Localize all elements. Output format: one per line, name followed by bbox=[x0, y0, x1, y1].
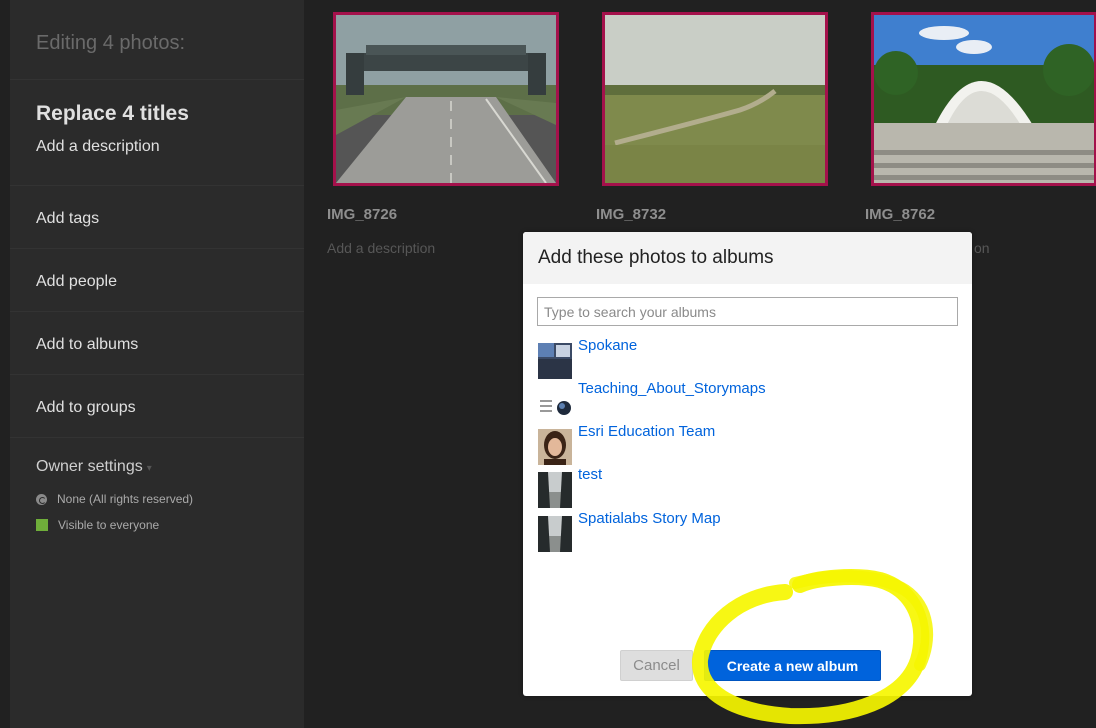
license-label: None (All rights reserved) bbox=[57, 492, 194, 506]
album-name: Teaching_About_Storymaps bbox=[578, 380, 766, 397]
album-thumbnail bbox=[538, 429, 572, 465]
photo-thumbnail-2[interactable] bbox=[602, 12, 828, 186]
visibility-icon bbox=[36, 519, 48, 531]
titles-section: Replace 4 titles Add a description bbox=[10, 80, 304, 186]
photo-description-1[interactable]: Add a description bbox=[327, 240, 435, 256]
add-tags-item[interactable]: Add tags bbox=[10, 186, 304, 249]
visibility-option[interactable]: Visible to everyone bbox=[36, 518, 304, 532]
license-option[interactable]: None (All rights reserved) bbox=[36, 492, 304, 506]
photo-thumbnail-1[interactable] bbox=[333, 12, 559, 186]
album-name: Spatialabs Story Map bbox=[578, 510, 721, 527]
album-item-esri-education[interactable]: Esri Education Team bbox=[538, 423, 715, 465]
album-name: test bbox=[578, 466, 603, 483]
dialog-title: Add these photos to albums bbox=[523, 232, 972, 284]
album-item-spokane[interactable]: Spokane bbox=[538, 337, 637, 379]
photo-thumbnail-3[interactable] bbox=[871, 12, 1096, 186]
copyright-icon bbox=[36, 493, 47, 505]
album-thumbnail bbox=[538, 472, 572, 508]
owner-settings-section: Owner settings ▾ None (All rights reserve… bbox=[10, 438, 304, 532]
album-item-teaching-storymaps[interactable]: Teaching_About_Storymaps bbox=[538, 380, 766, 422]
add-people-item[interactable]: Add people bbox=[10, 249, 304, 312]
add-to-groups-item[interactable]: Add to groups bbox=[10, 375, 304, 438]
edit-sidebar: Editing 4 photos: Replace 4 titles Add a… bbox=[10, 0, 304, 728]
album-name: Spokane bbox=[578, 337, 638, 354]
bandshell-photo bbox=[874, 15, 1094, 183]
album-thumbnail bbox=[538, 516, 572, 552]
album-item-spatialabs[interactable]: Spatialabs Story Map bbox=[538, 510, 721, 552]
sidebar-header: Editing 4 photos: bbox=[10, 0, 304, 80]
album-search-input[interactable] bbox=[537, 297, 958, 326]
album-thumbnail bbox=[538, 386, 572, 422]
create-new-album-button[interactable]: Create a new album bbox=[704, 650, 881, 681]
add-description-field[interactable]: Add a description bbox=[36, 138, 304, 156]
owner-settings-label: Owner settings bbox=[36, 458, 143, 475]
album-name: Esri Education Team bbox=[578, 423, 716, 440]
owner-settings-toggle[interactable]: Owner settings ▾ bbox=[36, 458, 304, 476]
photo-title-2[interactable]: IMG_8732 bbox=[596, 206, 666, 223]
photo-title-3[interactable]: IMG_8762 bbox=[865, 206, 935, 223]
highway-gate-photo bbox=[336, 15, 556, 183]
replace-titles-field[interactable]: Replace 4 titles bbox=[36, 102, 304, 126]
chevron-down-icon: ▾ bbox=[146, 463, 152, 474]
cancel-button[interactable]: Cancel bbox=[620, 650, 693, 681]
photo-title-1[interactable]: IMG_8726 bbox=[327, 206, 397, 223]
photo-description-3[interactable]: on bbox=[974, 240, 990, 256]
prairie-road-photo bbox=[605, 15, 825, 183]
visibility-label: Visible to everyone bbox=[58, 518, 160, 532]
add-to-albums-dialog: Add these photos to albums Spokane Teach… bbox=[523, 232, 972, 696]
album-thumbnail bbox=[538, 343, 572, 379]
add-to-albums-item[interactable]: Add to albums bbox=[10, 312, 304, 375]
album-item-test[interactable]: test bbox=[538, 466, 602, 508]
